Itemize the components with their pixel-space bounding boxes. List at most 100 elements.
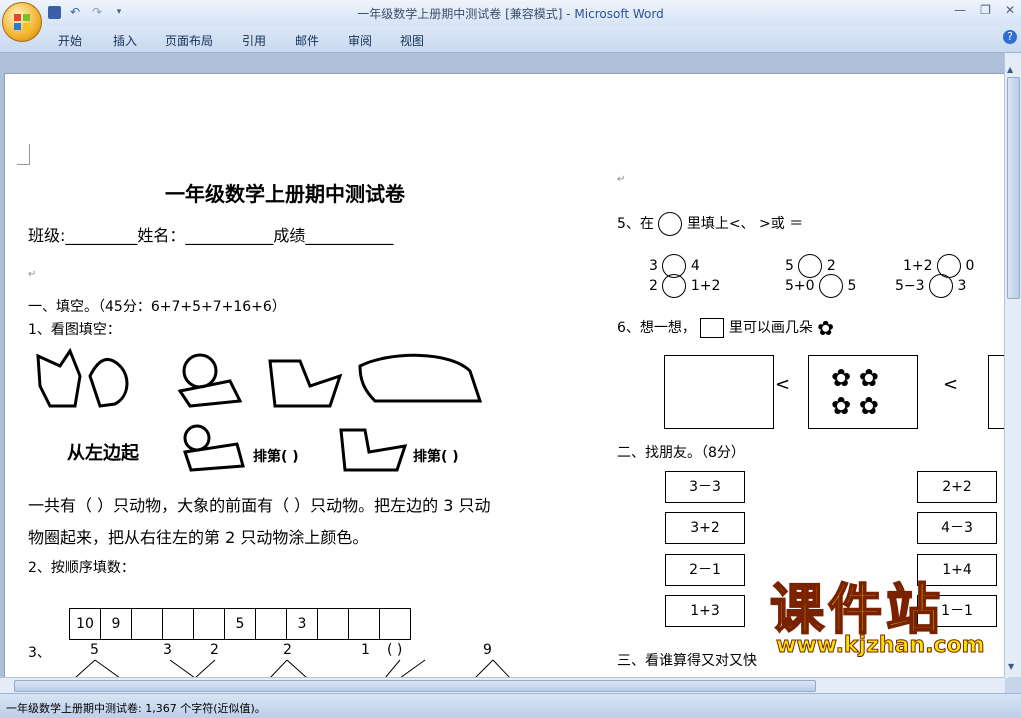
q6-prefix: 6、想一想，	[617, 320, 696, 336]
sequence-cell[interactable]	[194, 609, 225, 639]
q3-number: 5	[90, 642, 99, 658]
paragraph-mark: ↵	[617, 174, 626, 185]
flower-icon: ✿	[817, 316, 835, 340]
square-shape	[700, 318, 725, 338]
q5-row2-c: 5−3 3	[895, 274, 966, 298]
number-split-lines	[74, 659, 511, 678]
office-logo-icon	[14, 14, 30, 30]
sequence-cell[interactable]: 9	[101, 609, 132, 639]
friend-left-card[interactable]: 1+3	[665, 595, 745, 627]
title-bar: ↶ ↷ ▾ 一年级数学上册期中测试卷 [兼容模式] - Microsoft Wo…	[0, 0, 1021, 26]
watermark-url: www.kjzhan.com	[776, 633, 986, 659]
rank-label-1: 排第( )	[253, 449, 299, 465]
animal-row-image	[36, 347, 483, 408]
q5-suffix: 里填上<、 >或 ＝	[686, 216, 804, 232]
paragraph-mark: ↵	[28, 269, 37, 280]
q3-number: 2	[210, 642, 219, 658]
caption-from-left: 从左边起	[67, 443, 139, 464]
scroll-up-icon[interactable]: ▲	[1007, 65, 1013, 74]
sequence-cell[interactable]	[132, 609, 163, 639]
tab-references[interactable]: 引用	[242, 32, 266, 49]
close-icon[interactable]: ✕	[1005, 3, 1015, 17]
tab-review[interactable]: 审阅	[348, 32, 372, 49]
sequence-boxes: 10 9 5 3	[69, 608, 411, 640]
q5-value: 3	[957, 278, 967, 294]
q3-number: 9	[483, 642, 492, 658]
question-2-label: 2、按顺序填数：	[28, 560, 135, 576]
less-than-sign: <	[775, 374, 791, 395]
info-line: 班级:_________姓名：___________成绩___________	[28, 226, 394, 245]
q5-row2-b: 5+0 5	[785, 274, 856, 298]
section-2-heading: 二、找朋友。（8分）	[617, 445, 745, 461]
question-3-label: 3、	[28, 645, 51, 661]
circle-shape	[658, 212, 683, 236]
q3-number: 3	[163, 642, 172, 658]
q3-number: 1	[361, 642, 370, 658]
q5-value: 1+2	[690, 278, 721, 294]
empty-draw-box[interactable]	[664, 355, 774, 429]
section-3-heading: 三、看谁算得又对又快	[617, 653, 757, 669]
q3-number: 2	[283, 642, 292, 658]
less-than-sign: <	[943, 374, 959, 395]
document-title-text: 一年级数学上册期中测试卷 [兼容模式] -	[357, 7, 575, 21]
tab-insert[interactable]: 插入	[113, 32, 137, 49]
q5-value: 5−3	[895, 278, 925, 294]
flower-box: ✿ ✿ ✿ ✿	[808, 355, 918, 429]
q3-blank: ( )	[387, 642, 403, 658]
restore-icon[interactable]: ❐	[980, 3, 991, 17]
sequence-cell[interactable]	[256, 609, 287, 639]
friend-left-card[interactable]: 2－1	[665, 554, 745, 586]
compare-circle[interactable]	[662, 274, 687, 298]
q5-value: 5+0	[785, 278, 815, 294]
duck-image	[183, 424, 245, 472]
sequence-cell[interactable]	[163, 609, 194, 639]
q5-value: 3	[649, 258, 658, 274]
section-1-heading: 一、填空。（45分：6+7+5+7+16+6）	[28, 299, 286, 315]
horizontal-scrollbar[interactable]	[0, 677, 1005, 694]
question-1-text-a: 一共有（ ）只动物，大象的前面有（ ）只动物。把左边的 3 只动	[28, 496, 491, 515]
q5-value: 1+2	[903, 258, 933, 274]
sequence-cell[interactable]	[380, 609, 410, 639]
horizontal-scroll-thumb[interactable]	[14, 680, 816, 692]
friend-right-card[interactable]: 4－3	[917, 512, 997, 544]
help-icon[interactable]: ?	[1003, 30, 1017, 44]
sequence-cell[interactable]: 5	[225, 609, 256, 639]
q5-value: 5	[785, 258, 794, 274]
compare-circle[interactable]	[929, 274, 953, 298]
tab-page-layout[interactable]: 页面布局	[165, 32, 213, 49]
status-bar: 一年级数学上册期中测试卷: 1,367 个字符(近似值)。	[0, 693, 1021, 718]
sequence-cell[interactable]	[318, 609, 349, 639]
status-text: 一年级数学上册期中测试卷: 1,367 个字符(近似值)。	[6, 702, 266, 715]
tab-home[interactable]: 开始	[58, 32, 82, 49]
question-5-line: 5、在 里填上<、 >或 ＝	[617, 212, 803, 236]
q5-value: 5	[847, 278, 857, 294]
friend-right-card[interactable]: 2+2	[917, 471, 997, 503]
vertical-scroll-thumb[interactable]	[1007, 77, 1020, 299]
q5-value: 0	[965, 258, 975, 274]
tab-view[interactable]: 视图	[400, 32, 424, 49]
margin-corner-mark	[17, 144, 30, 165]
flower-icon: ✿ ✿ ✿ ✿	[831, 364, 879, 420]
friend-left-card[interactable]: 3－3	[665, 471, 745, 503]
sequence-cell[interactable]	[349, 609, 380, 639]
doc-title: 一年级数学上册期中测试卷	[165, 182, 405, 206]
window-controls: — ❐ ✕	[954, 3, 1015, 17]
question-1-text-b: 物圈起来，把从右往左的第 2 只动物涂上颜色。	[28, 528, 369, 547]
site-watermark: 课件站 www.kjzhan.com	[769, 565, 1010, 665]
sequence-cell[interactable]: 10	[70, 609, 101, 639]
friend-left-card[interactable]: 3+2	[665, 512, 745, 544]
sequence-cell[interactable]: 3	[287, 609, 318, 639]
window-title: 一年级数学上册期中测试卷 [兼容模式] - Microsoft Word	[0, 5, 1021, 22]
ribbon-tabs: 开始 插入 页面布局 引用 邮件 审阅 视图	[0, 26, 1021, 53]
q5-row2-a: 2 1+2	[649, 274, 720, 298]
minimize-icon[interactable]: —	[954, 3, 966, 17]
rank-label-2: 排第( )	[413, 449, 459, 465]
compare-circle[interactable]	[819, 274, 843, 298]
q5-value: 4	[690, 258, 700, 274]
office-button[interactable]	[2, 2, 42, 42]
cat-image	[339, 428, 408, 472]
q5-value: 2	[826, 258, 836, 274]
q5-prefix: 5、在	[617, 216, 654, 232]
tab-mailings[interactable]: 邮件	[295, 32, 319, 49]
q6-suffix: 里可以画几朵	[728, 320, 813, 336]
